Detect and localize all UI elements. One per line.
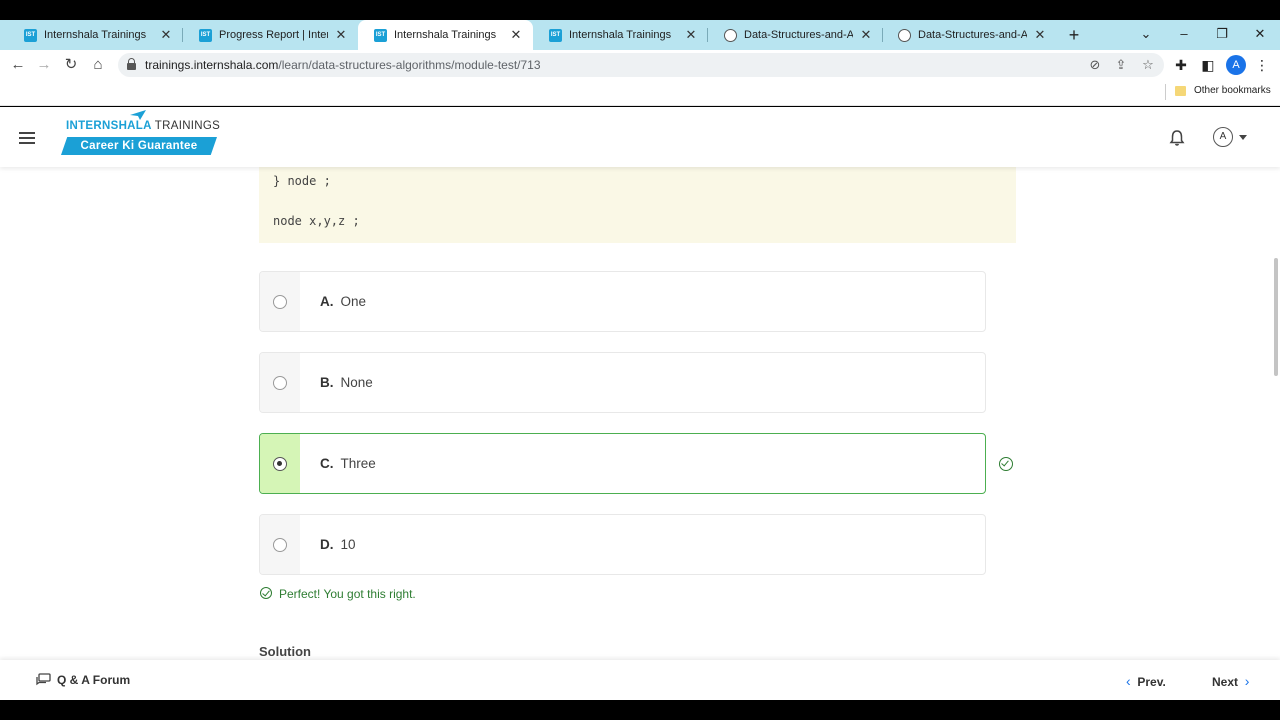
code-line: } node ; xyxy=(273,174,331,188)
back-arrow-icon[interactable]: ← xyxy=(5,50,31,80)
top-black-bar xyxy=(0,0,1280,20)
url-path: /learn/data-structures-algorithms/module… xyxy=(278,58,541,72)
chevron-left-icon: ‹ xyxy=(1126,673,1131,689)
logo-brand: INTERNSHALA xyxy=(66,120,152,132)
share-icon[interactable]: ⇪ xyxy=(1110,54,1132,76)
side-panel-icon[interactable]: ◧ xyxy=(1196,53,1220,77)
new-tab-plus-icon[interactable]: + xyxy=(1064,20,1084,50)
extensions-puzzle-icon[interactable]: ✚ xyxy=(1169,53,1193,77)
other-bookmarks-link[interactable]: Other bookmarks xyxy=(1194,84,1271,98)
tab-title: Data-Structures-and-Algorithms xyxy=(744,29,853,41)
page-content: INTERNSHALA TRAININGS Career Ki Guarante… xyxy=(0,107,1280,700)
minimize-window-icon[interactable]: – xyxy=(1165,20,1203,50)
option-letter: C. xyxy=(320,456,334,471)
feedback-message: Perfect! You got this right. xyxy=(279,587,416,601)
internshala-favicon-icon: IST xyxy=(24,28,37,42)
prev-button[interactable]: ‹ Prev. xyxy=(1126,673,1166,689)
tab-title: Data-Structures-and-Algorithms xyxy=(918,29,1027,41)
bookmarks-divider xyxy=(1165,84,1166,100)
close-window-icon[interactable]: ✕ xyxy=(1241,20,1279,50)
bottom-black-bar xyxy=(0,700,1280,720)
option-a[interactable]: A. One xyxy=(259,271,986,332)
folder-icon xyxy=(1175,86,1186,96)
option-b[interactable]: B. None xyxy=(259,352,986,413)
paper-plane-icon xyxy=(130,110,146,120)
close-tab-icon[interactable]: ✕ xyxy=(684,27,698,43)
option-letter: D. xyxy=(320,537,334,552)
github-icon xyxy=(898,28,911,42)
chat-bubbles-icon[interactable] xyxy=(36,673,51,686)
option-d[interactable]: D. 10 xyxy=(259,514,986,575)
qa-forum-link[interactable]: Q & A Forum xyxy=(57,673,130,687)
prev-label: Prev. xyxy=(1137,675,1166,689)
tab-title: Internshala Trainings xyxy=(569,29,672,41)
close-tab-icon[interactable]: ✕ xyxy=(334,27,348,43)
option-letter: A. xyxy=(320,294,334,309)
site-logo[interactable]: INTERNSHALA TRAININGS xyxy=(66,120,220,132)
option-text: None xyxy=(340,375,373,390)
browser-tab[interactable]: Data-Structures-and-Algorithms ✕ xyxy=(708,20,883,50)
radio-button[interactable] xyxy=(273,376,287,390)
browser-tab[interactable]: IST Internshala Trainings ✕ xyxy=(533,20,708,50)
radio-button[interactable] xyxy=(273,538,287,552)
option-text: Three xyxy=(340,456,376,471)
radio-button-selected[interactable] xyxy=(273,457,287,471)
forward-arrow-icon[interactable]: → xyxy=(31,50,57,80)
browser-tab[interactable]: IST Internshala Trainings ✕ xyxy=(8,20,183,50)
internshala-favicon-icon: IST xyxy=(374,28,387,42)
browser-tab-active[interactable]: IST Internshala Trainings ✕ xyxy=(358,20,533,50)
internshala-favicon-icon: IST xyxy=(199,28,212,42)
option-text: One xyxy=(340,294,367,309)
correct-check-icon xyxy=(999,457,1013,471)
tab-search-chevron-icon[interactable]: ⌄ xyxy=(1127,20,1165,50)
option-letter: B. xyxy=(320,375,334,390)
next-button[interactable]: Next › xyxy=(1212,673,1249,689)
logo-tagline: Career Ki Guarantee xyxy=(61,137,217,155)
chevron-right-icon: › xyxy=(1244,673,1250,689)
tab-title: Progress Report | Internshala xyxy=(219,29,328,41)
next-label: Next xyxy=(1212,675,1239,689)
screen: IST Internshala Trainings ✕ IST Progress… xyxy=(0,0,1280,720)
chevron-down-icon[interactable] xyxy=(1239,135,1247,140)
github-icon xyxy=(724,28,737,42)
page-footer: Q & A Forum ‹ Prev. Next › xyxy=(0,660,1280,700)
eye-slash-icon[interactable]: ⊘ xyxy=(1084,54,1106,76)
internshala-favicon-icon: IST xyxy=(549,28,562,42)
url-domain: trainings.internshala.com xyxy=(145,58,279,72)
lock-icon[interactable] xyxy=(127,58,136,70)
bookmark-star-icon[interactable]: ☆ xyxy=(1137,54,1159,76)
option-text: 10 xyxy=(340,537,356,552)
restore-window-icon[interactable]: ❐ xyxy=(1203,20,1241,50)
reload-icon[interactable]: ↻ xyxy=(58,50,84,80)
browser-tab[interactable]: IST Progress Report | Internshala ✕ xyxy=(183,20,358,50)
feedback-check-icon xyxy=(260,587,272,599)
code-line: node x,y,z ; xyxy=(273,214,360,228)
browser-tab-bar: IST Internshala Trainings ✕ IST Progress… xyxy=(0,20,1280,50)
tab-title: Internshala Trainings xyxy=(44,29,147,41)
radio-button[interactable] xyxy=(273,295,287,309)
close-tab-icon[interactable]: ✕ xyxy=(1033,27,1047,43)
home-icon[interactable]: ⌂ xyxy=(85,50,111,80)
logo-suffix: TRAININGS xyxy=(154,120,221,132)
page-scrollbar[interactable] xyxy=(1274,258,1278,376)
close-tab-icon[interactable]: ✕ xyxy=(159,27,173,43)
profile-avatar[interactable]: A xyxy=(1226,55,1246,75)
close-tab-icon[interactable]: ✕ xyxy=(509,27,523,43)
more-menu-icon[interactable]: ⋮ xyxy=(1250,53,1274,77)
user-avatar[interactable]: A xyxy=(1213,127,1233,147)
notification-bell-icon[interactable] xyxy=(1168,129,1186,147)
site-header: INTERNSHALA TRAININGS Career Ki Guarante… xyxy=(0,107,1280,167)
solution-heading: Solution xyxy=(259,644,311,659)
close-tab-icon[interactable]: ✕ xyxy=(859,27,873,43)
tab-title: Internshala Trainings xyxy=(394,29,497,41)
hamburger-menu-icon[interactable] xyxy=(19,132,35,144)
url-text[interactable]: trainings.internshala.com/learn/data-str… xyxy=(145,56,541,74)
bookmarks-bar xyxy=(0,80,1280,106)
browser-tab[interactable]: Data-Structures-and-Algorithms ✕ xyxy=(882,20,1057,50)
option-c[interactable]: C. Three xyxy=(259,433,986,494)
